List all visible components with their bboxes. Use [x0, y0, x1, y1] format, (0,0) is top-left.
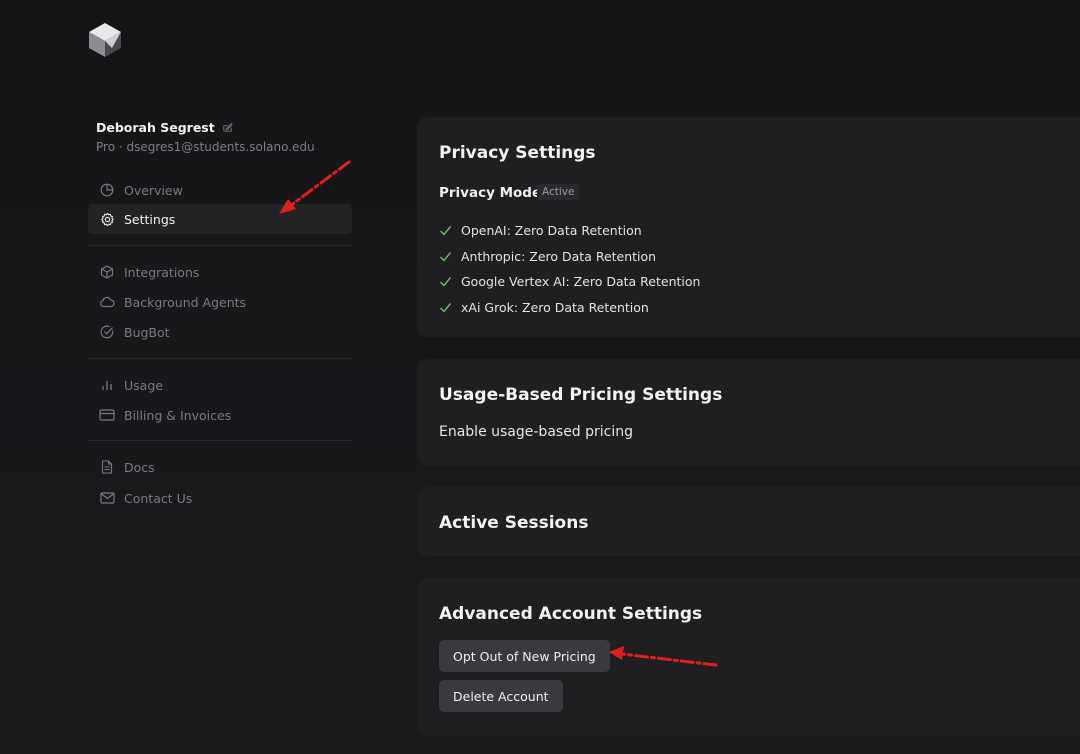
- sidebar-item-background-agents[interactable]: Background Agents: [88, 287, 352, 317]
- sidebar-item-billing[interactable]: Billing & Invoices: [88, 400, 352, 430]
- retention-item-text: OpenAI: Zero Data Retention: [461, 223, 642, 238]
- sidebar-item-usage[interactable]: Usage: [88, 370, 352, 400]
- user-name-row: Deborah Segrest: [96, 120, 233, 135]
- user-name: Deborah Segrest: [96, 120, 215, 135]
- opt-out-pricing-button[interactable]: Opt Out of New Pricing: [439, 640, 610, 672]
- delete-account-button[interactable]: Delete Account: [439, 680, 563, 712]
- credit-card-icon: [99, 407, 115, 423]
- bar-chart-icon: [99, 377, 115, 393]
- card-title: Privacy Settings: [439, 143, 596, 163]
- sidebar-item-docs[interactable]: Docs: [88, 452, 352, 482]
- check-icon: [440, 303, 452, 313]
- check-icon: [440, 226, 452, 236]
- sidebar-item-label: Contact Us: [124, 490, 193, 506]
- status-badge: Active: [537, 184, 580, 200]
- mail-icon: [99, 490, 115, 506]
- retention-item-text: Anthropic: Zero Data Retention: [461, 249, 657, 264]
- sidebar-divider: [88, 358, 352, 359]
- privacy-settings-card: Privacy Settings Privacy Mode Active Ope…: [417, 117, 1080, 337]
- sidebar-item-label: Integrations: [124, 264, 200, 280]
- list-item: Google Vertex AI: Zero Data Retention: [439, 274, 700, 289]
- list-item: Anthropic: Zero Data Retention: [439, 249, 656, 264]
- sidebar-item-label: Settings: [124, 211, 176, 227]
- sidebar-divider: [88, 440, 352, 441]
- active-sessions-card: Active Sessions: [417, 487, 1080, 556]
- sidebar-item-contact-us[interactable]: Contact Us: [88, 483, 352, 513]
- cube-logo-icon[interactable]: [88, 22, 122, 58]
- sidebar-item-settings[interactable]: Settings: [88, 204, 352, 234]
- sidebar-item-label: BugBot: [124, 324, 170, 340]
- sidebar-item-bugbot[interactable]: BugBot: [88, 317, 352, 347]
- pie-chart-icon: [99, 182, 115, 198]
- list-item: OpenAI: Zero Data Retention: [439, 223, 642, 238]
- sidebar-item-label: Docs: [124, 459, 155, 475]
- user-plan-email: Pro · dsegres1@students.solano.edu: [96, 140, 315, 154]
- check-circle-icon: [99, 324, 115, 340]
- card-title: Usage-Based Pricing Settings: [439, 385, 723, 405]
- sidebar-item-label: Background Agents: [124, 294, 247, 310]
- sidebar-divider: [88, 245, 352, 246]
- check-icon: [440, 252, 452, 262]
- retention-item-text: Google Vertex AI: Zero Data Retention: [461, 274, 701, 289]
- usage-pricing-card: Usage-Based Pricing Settings Enable usag…: [417, 359, 1080, 465]
- privacy-mode-label: Privacy Mode: [439, 185, 542, 201]
- check-icon: [440, 277, 452, 287]
- edit-icon[interactable]: [222, 122, 233, 133]
- usage-pricing-toggle-label[interactable]: Enable usage-based pricing: [439, 424, 633, 440]
- sidebar-item-label: Usage: [124, 377, 163, 393]
- box-icon: [99, 264, 115, 280]
- document-icon: [99, 459, 115, 475]
- cloud-icon: [99, 294, 115, 310]
- sidebar-item-integrations[interactable]: Integrations: [88, 257, 352, 287]
- sidebar-item-overview[interactable]: Overview: [88, 175, 352, 205]
- retention-item-text: xAi Grok: Zero Data Retention: [461, 300, 649, 315]
- advanced-account-card: Advanced Account Settings Opt Out of New…: [417, 578, 1080, 736]
- list-item: xAi Grok: Zero Data Retention: [439, 300, 649, 315]
- sidebar-item-label: Billing & Invoices: [124, 407, 232, 423]
- sidebar-item-label: Overview: [124, 182, 183, 198]
- gear-icon: [99, 211, 115, 227]
- card-title: Advanced Account Settings: [439, 604, 703, 624]
- card-title: Active Sessions: [439, 513, 589, 533]
